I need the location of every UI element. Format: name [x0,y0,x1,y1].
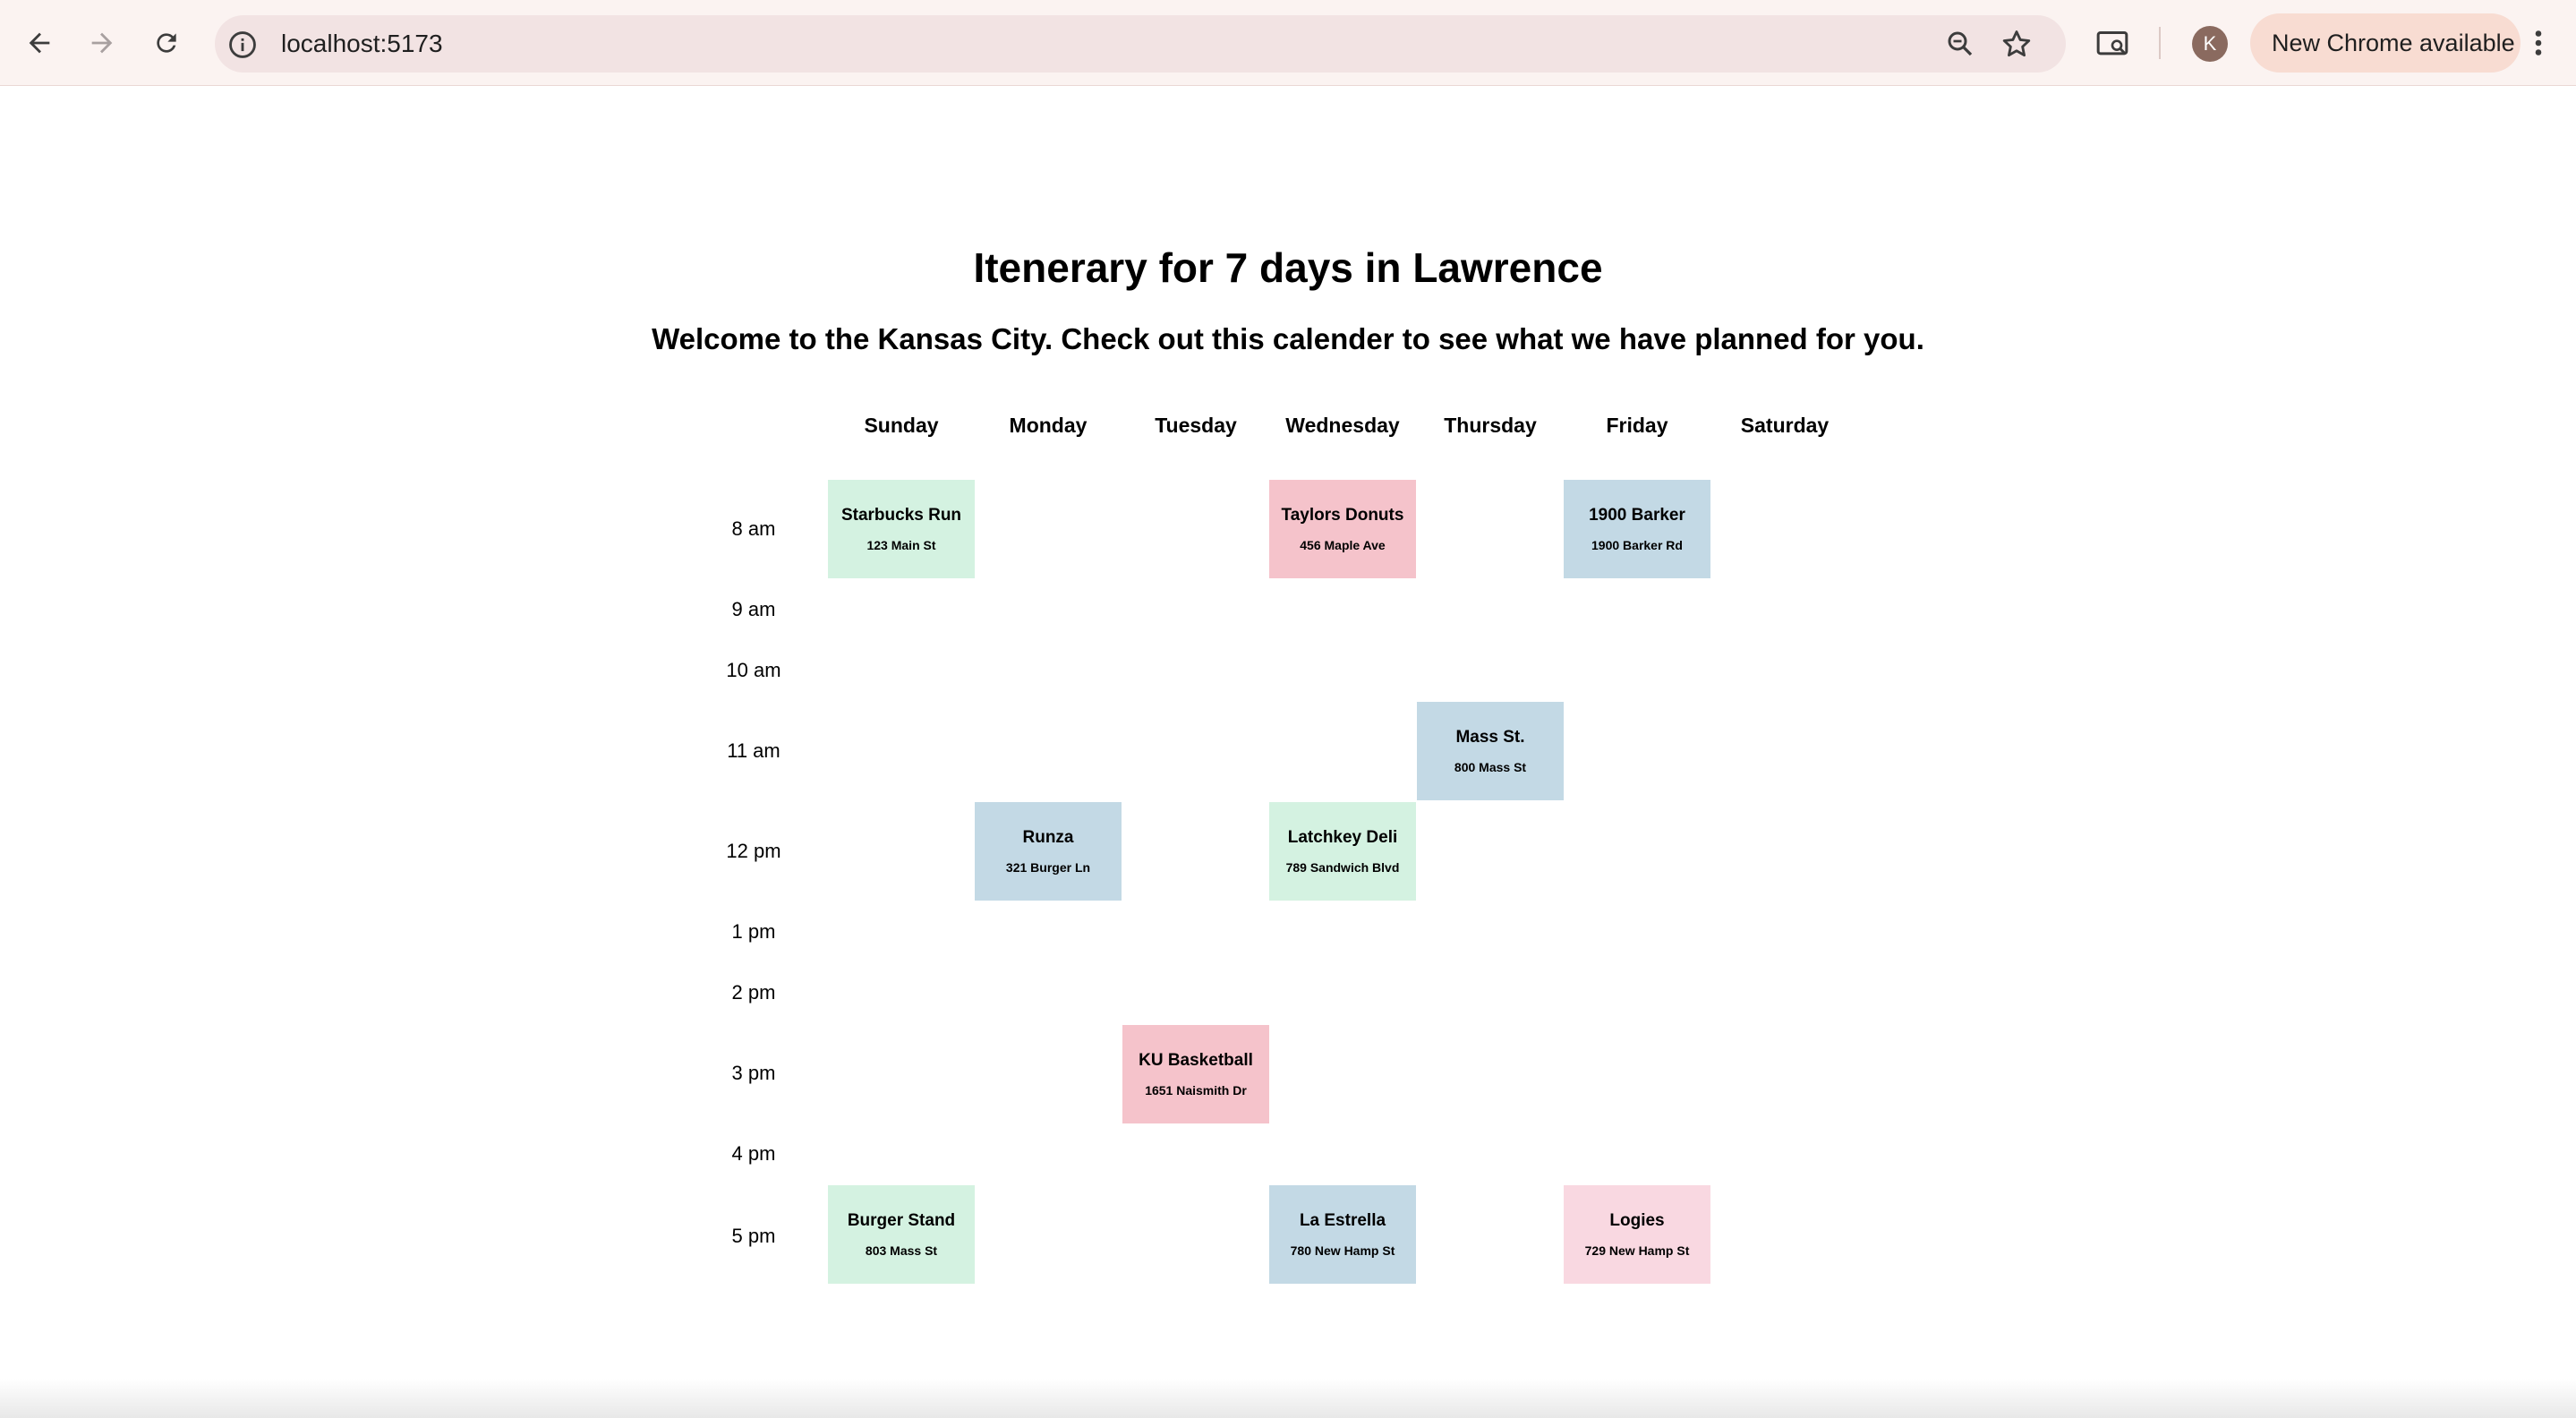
event-card[interactable]: Logies 729 New Hamp St [1564,1185,1710,1284]
time-label: 5 pm [731,1225,776,1247]
event-name: Starbucks Run [840,506,962,525]
day-header-wednesday: Wednesday [1285,414,1400,437]
profile-avatar[interactable]: K [2192,26,2228,62]
event-address: 800 Mass St [1454,760,1527,774]
info-icon[interactable] [227,30,258,60]
event-card[interactable]: 1900 Barker 1900 Barker Rd [1564,480,1710,578]
event-address: 321 Burger Ln [1005,860,1091,875]
time-label: 8 am [731,517,776,540]
forward-icon [91,32,113,54]
event-card[interactable]: Taylors Donuts 456 Maple Ave [1269,480,1416,578]
time-label: 3 pm [731,1062,776,1084]
time-label: 2 pm [731,981,776,1004]
event-name: KU Basketball [1139,1051,1253,1070]
event-card[interactable]: La Estrella 780 New Hamp St [1269,1185,1416,1284]
event-address: 729 New Hamp St [1584,1243,1690,1258]
window-bottom-edge [0,1379,2576,1418]
browser-toolbar: localhost:5173 K New Chrome available [0,0,2576,86]
address-bar[interactable]: localhost:5173 [215,15,2066,73]
time-label: 10 am [726,659,781,681]
event-address: 456 Maple Ave [1300,538,1386,552]
event-card[interactable]: KU Basketball 1651 Naismith Dr [1122,1025,1269,1123]
cast-icon[interactable] [2094,26,2130,62]
zoom-icon[interactable] [1944,28,1976,60]
toolbar-separator [2159,27,2161,59]
event-card[interactable]: Starbucks Run 123 Main St [828,480,975,578]
event-name: Mass St. [1455,728,1525,747]
update-chrome-label: New Chrome available [2272,30,2515,56]
reload-button[interactable] [143,20,190,66]
event-name: La Estrella [1299,1211,1386,1230]
day-header-sunday: Sunday [864,414,939,437]
event-address: 803 Mass St [865,1243,938,1258]
event-card[interactable]: Runza 321 Burger Ln [975,802,1122,901]
reload-icon [157,33,176,53]
back-button[interactable] [16,20,63,66]
event-card[interactable]: Burger Stand 803 Mass St [828,1185,975,1284]
time-label: 11 am [727,739,780,762]
time-label: 4 pm [731,1142,776,1165]
page-title: Itenerary for 7 days in Lawrence [973,244,1603,291]
day-header-thursday: Thursday [1444,414,1537,437]
event-name: Runza [1022,828,1074,847]
event-name: Logies [1609,1211,1665,1230]
event-address: 1651 Naismith Dr [1145,1083,1247,1098]
event-card[interactable]: Mass St. 800 Mass St [1417,702,1564,800]
event-address: 789 Sandwich Blvd [1285,860,1400,875]
day-header-saturday: Saturday [1740,414,1830,437]
event-address: 1900 Barker Rd [1591,538,1683,552]
event-name: Latchkey Deli [1287,828,1398,847]
more-icon[interactable] [2528,27,2549,59]
page-subtitle: Welcome to the Kansas City. Check out th… [652,322,1924,355]
day-header-friday: Friday [1606,414,1668,437]
event-name: Taylors Donuts [1281,506,1404,525]
url-text[interactable]: localhost:5173 [281,15,443,73]
event-name: 1900 Barker [1589,506,1685,525]
event-card[interactable]: Latchkey Deli 789 Sandwich Blvd [1269,802,1416,901]
update-chrome-button[interactable]: New Chrome available [2250,13,2521,73]
star-icon[interactable] [2000,27,2034,61]
time-label: 12 pm [726,840,781,862]
forward-button[interactable] [79,20,125,66]
time-label: 9 am [731,598,776,620]
day-header-tuesday: Tuesday [1155,414,1237,437]
event-address: 780 New Hamp St [1290,1243,1395,1258]
event-name: Burger Stand [847,1211,956,1230]
day-header-monday: Monday [1009,414,1088,437]
event-address: 123 Main St [866,538,936,552]
time-label: 1 pm [731,920,776,943]
back-icon [29,32,50,54]
